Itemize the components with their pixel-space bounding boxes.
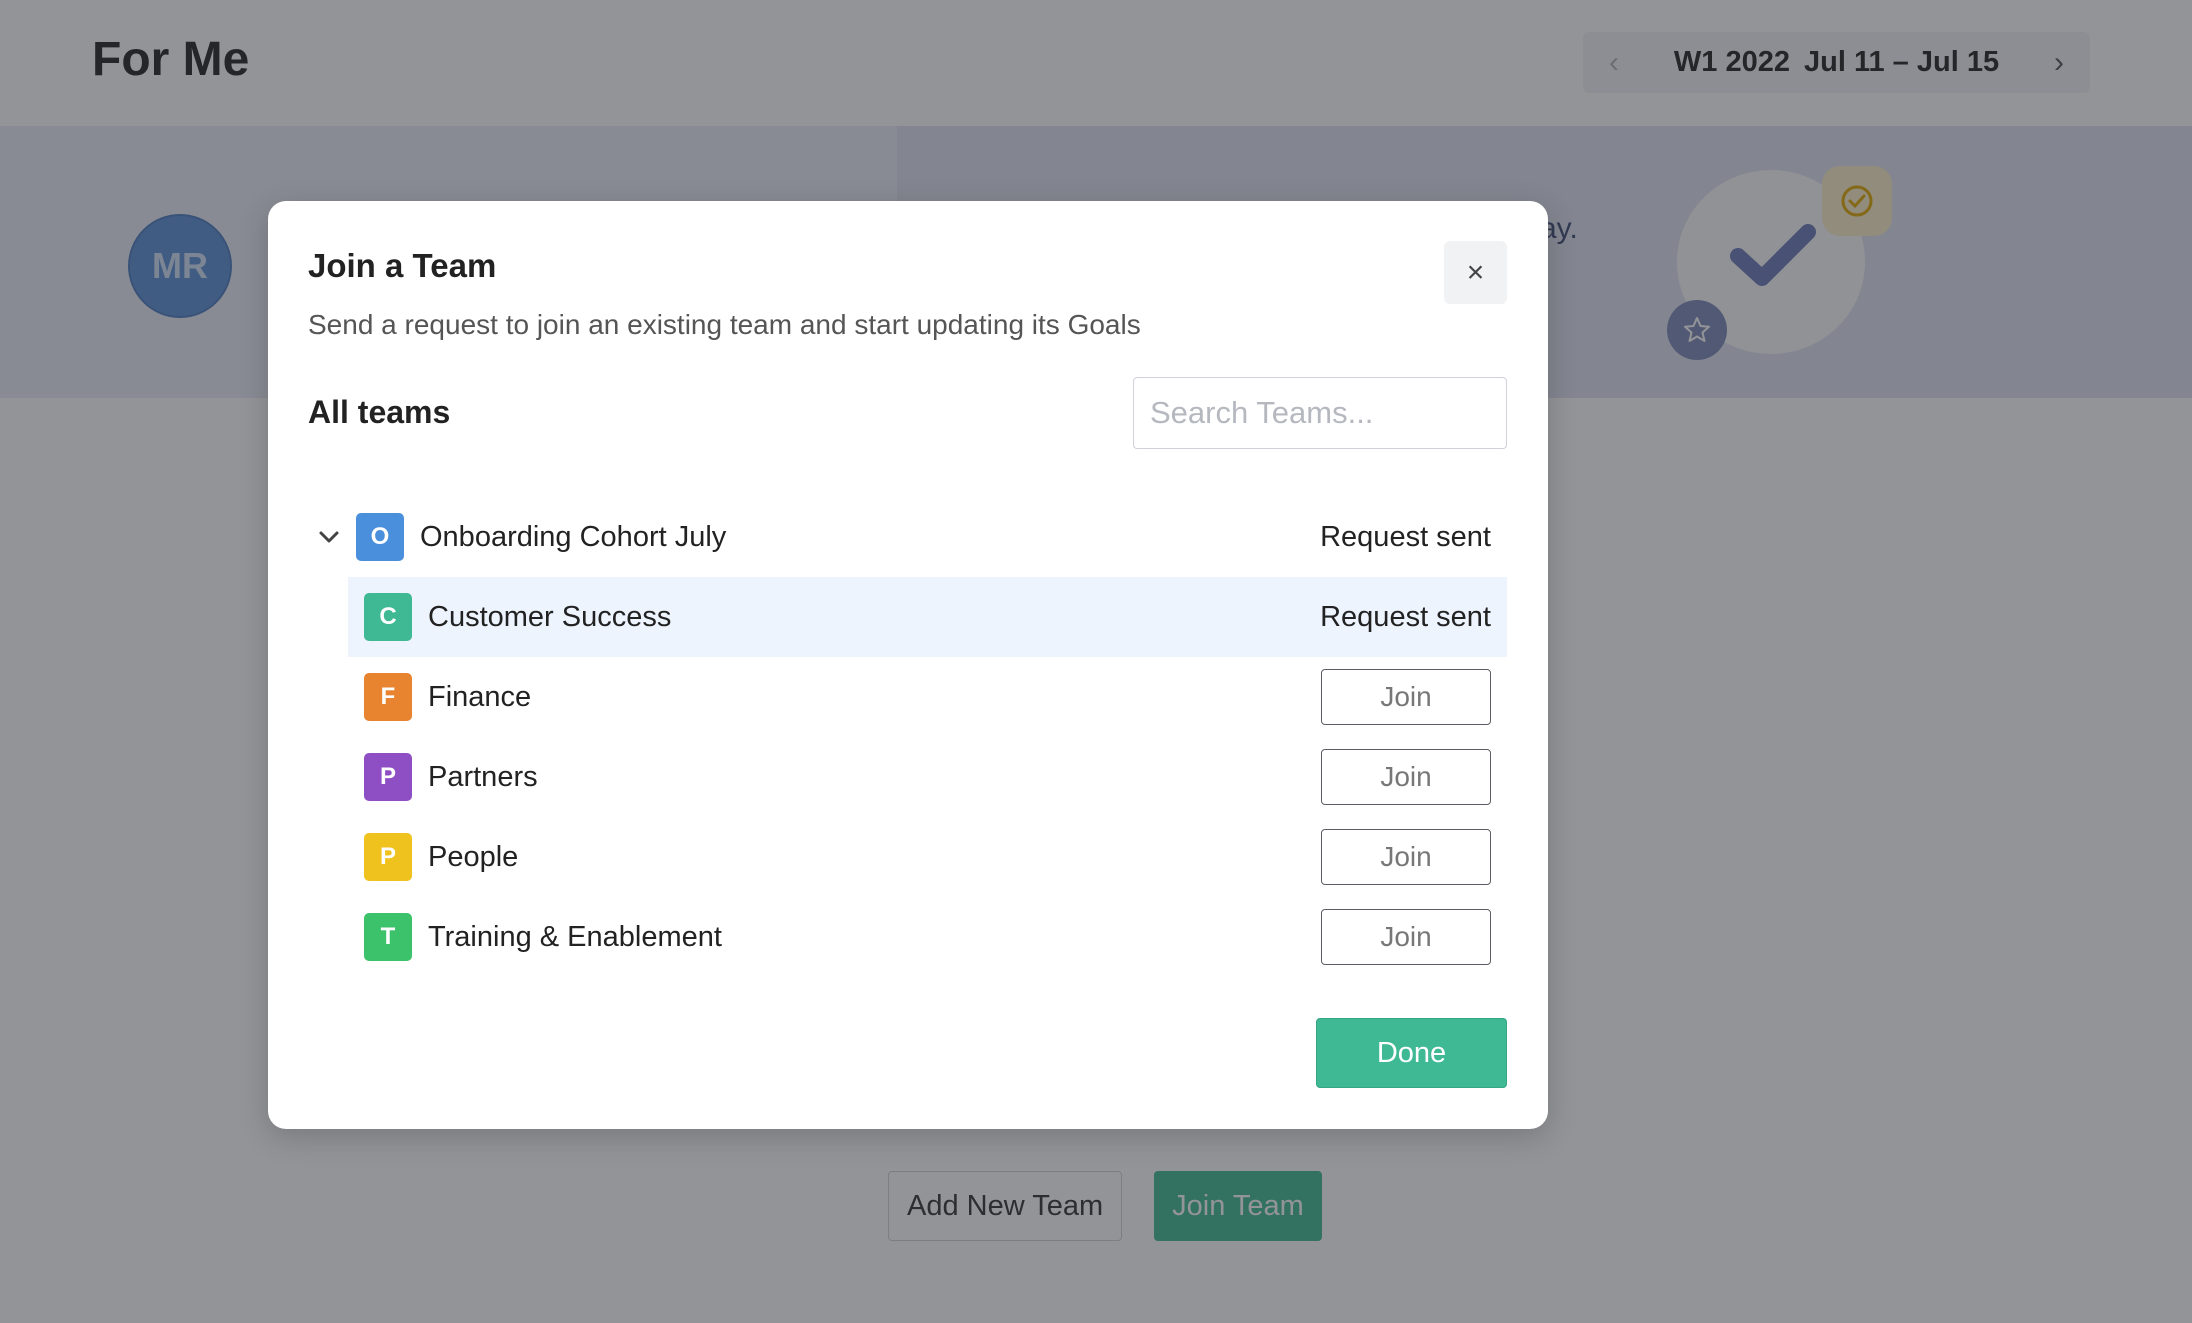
team-row[interactable]: P Partners Join <box>348 737 1507 817</box>
close-icon[interactable]: × <box>1444 241 1507 304</box>
team-row[interactable]: C Customer Success Request sent <box>348 577 1507 657</box>
done-button[interactable]: Done <box>1316 1018 1507 1088</box>
team-row[interactable]: P People Join <box>348 817 1507 897</box>
join-button[interactable]: Join <box>1321 909 1491 965</box>
join-team-modal: Join a Team Send a request to join an ex… <box>268 201 1548 1129</box>
join-button[interactable]: Join <box>1321 669 1491 725</box>
team-letter-badge: P <box>364 753 412 801</box>
team-row[interactable]: F Finance Join <box>348 657 1507 737</box>
request-sent-status: Request sent <box>1320 600 1491 633</box>
team-name: Customer Success <box>428 600 672 633</box>
search-teams-input[interactable] <box>1133 377 1507 449</box>
modal-title: Join a Team <box>308 247 497 284</box>
chevron-down-icon[interactable] <box>308 530 348 544</box>
request-sent-status: Request sent <box>1320 520 1491 553</box>
team-letter-badge: C <box>364 593 412 641</box>
team-letter-badge: O <box>356 513 404 561</box>
section-title: All teams <box>308 394 451 430</box>
join-button[interactable]: Join <box>1321 749 1491 805</box>
team-name: Finance <box>428 680 532 713</box>
team-letter-badge: T <box>364 913 412 961</box>
team-row-onboarding-cohort-july[interactable]: O Onboarding Cohort July Request sent <box>308 497 1507 577</box>
team-name: Training & Enablement <box>428 920 722 953</box>
modal-subtitle: Send a request to join an existing team … <box>308 309 1141 340</box>
team-letter-badge: P <box>364 833 412 881</box>
team-name: Onboarding Cohort July <box>420 520 727 553</box>
join-button[interactable]: Join <box>1321 829 1491 885</box>
team-row[interactable]: T Training & Enablement Join <box>348 897 1507 977</box>
team-letter-badge: F <box>364 673 412 721</box>
team-name: Partners <box>428 760 538 793</box>
team-name: People <box>428 840 519 873</box>
